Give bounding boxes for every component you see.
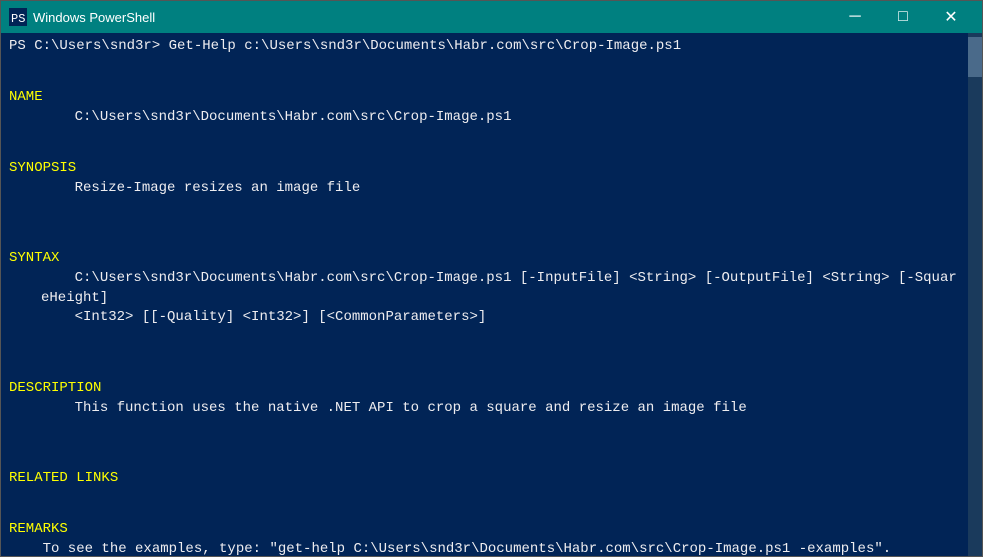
- maximize-button[interactable]: □: [880, 3, 926, 31]
- powershell-window: PS Windows PowerShell ─ □ ✕ PS C:\Users\…: [0, 0, 983, 557]
- syntax-content-2: <Int32> [[-Quality] <Int32>] [<CommonPar…: [9, 308, 960, 328]
- scrollbar[interactable]: [968, 33, 982, 556]
- scrollbar-thumb[interactable]: [968, 37, 982, 77]
- minimize-button[interactable]: ─: [832, 3, 878, 31]
- description-content: This function uses the native .NET API t…: [9, 399, 960, 419]
- spacer-3: [9, 198, 960, 218]
- syntax-header: SYNTAX: [9, 249, 960, 269]
- syntax-content-1: C:\Users\snd3r\Documents\Habr.com\src\Cr…: [9, 269, 960, 308]
- close-button[interactable]: ✕: [928, 3, 974, 31]
- remarks-line1: To see the examples, type: "get-help C:\…: [9, 540, 960, 556]
- synopsis-content: Resize-Image resizes an image file: [9, 179, 960, 199]
- spacer-8: [9, 438, 960, 458]
- terminal[interactable]: PS C:\Users\snd3r> Get-Help c:\Users\snd…: [1, 33, 968, 556]
- name-content: C:\Users\snd3r\Documents\Habr.com\src\Cr…: [9, 108, 960, 128]
- spacer-1: [9, 57, 960, 77]
- window-title: Windows PowerShell: [33, 10, 155, 25]
- name-header: NAME: [9, 88, 960, 108]
- description-header: DESCRIPTION: [9, 379, 960, 399]
- spacer-7: [9, 418, 960, 438]
- svg-text:PS: PS: [11, 12, 25, 26]
- spacer-6: [9, 347, 960, 367]
- spacer-4: [9, 218, 960, 238]
- remarks-header: REMARKS: [9, 520, 960, 540]
- synopsis-header: SYNOPSIS: [9, 159, 960, 179]
- prompt-line: PS C:\Users\snd3r> Get-Help c:\Users\snd…: [9, 37, 960, 57]
- spacer-9: [9, 489, 960, 509]
- window-controls: ─ □ ✕: [832, 3, 974, 31]
- content-area: PS C:\Users\snd3r> Get-Help c:\Users\snd…: [1, 33, 982, 556]
- powershell-icon: PS: [9, 8, 27, 26]
- spacer-2: [9, 127, 960, 147]
- titlebar: PS Windows PowerShell ─ □ ✕: [1, 1, 982, 33]
- titlebar-left: PS Windows PowerShell: [9, 8, 155, 26]
- spacer-5: [9, 328, 960, 348]
- related-links-header: RELATED LINKS: [9, 469, 960, 489]
